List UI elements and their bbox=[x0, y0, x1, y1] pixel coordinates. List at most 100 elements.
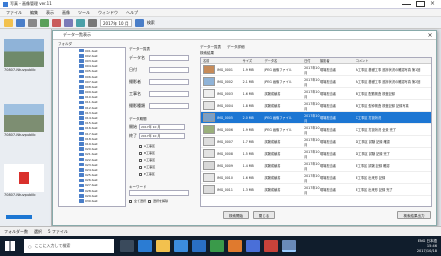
thumbnail-image bbox=[4, 39, 44, 67]
row-data: JPEG 画像ファイル bbox=[264, 128, 292, 132]
folder-icon bbox=[79, 142, 84, 146]
search-icon: ○ bbox=[28, 243, 32, 249]
app-icon-blue[interactable] bbox=[246, 240, 260, 252]
table-row[interactable]: IMG_0009 1.4 MB 試験成績書 2017年10月 現場担当者 E工事区 試験 … bbox=[201, 160, 431, 172]
row-thumbnail bbox=[203, 125, 215, 134]
search-form: データ一覧表 データ名 日付 撮影者 工事名 撮影種類 データ期間 開始 2017年 1… bbox=[129, 47, 195, 207]
image-icon[interactable] bbox=[52, 18, 61, 27]
task-view-icon[interactable] bbox=[120, 240, 134, 252]
close-window-button[interactable]: × bbox=[430, 1, 439, 7]
maximize-button[interactable] bbox=[416, 1, 425, 7]
app-icon-red[interactable] bbox=[264, 240, 278, 252]
store-icon[interactable] bbox=[174, 240, 188, 252]
file-explorer-icon[interactable] bbox=[156, 240, 170, 252]
menu-item[interactable]: 画像 bbox=[62, 10, 70, 16]
table-row[interactable]: IMG_0007 1.7 MB 試験成績書 2017年10月 現場担当者 D工事区 試験 … bbox=[201, 136, 431, 148]
dialog-close-text-button[interactable]: 閉じる bbox=[253, 211, 275, 219]
area-checkbox[interactable] bbox=[139, 158, 142, 162]
thumbnail-item[interactable]: 70807-Ntuvpublib bbox=[4, 39, 44, 72]
folder-tree[interactable]: 001-test 002-test 003-test 004-test 005-test… bbox=[58, 47, 126, 207]
table-row[interactable]: IMG_0002 2.1 MB JPEG 画像ファイル 2017年10月 現場担当者 A工… bbox=[201, 76, 431, 88]
search-start-button[interactable]: 検索開始 bbox=[223, 211, 249, 219]
folder-icon bbox=[79, 54, 84, 58]
tab-data-list[interactable]: データ一覧表 bbox=[200, 45, 221, 50]
table-row[interactable]: IMG_0004 1.8 MB 試験成績書 2017年10月 現場担当者 B工事区 型枠検… bbox=[201, 100, 431, 112]
folder-icon bbox=[79, 188, 84, 193]
table-row[interactable]: IMG_0005 2.0 MB JPEG 画像ファイル 2017年10月 現場担当者 C工… bbox=[201, 112, 431, 124]
form-field-input[interactable] bbox=[149, 103, 189, 109]
column-header-name[interactable]: 名前 bbox=[201, 58, 243, 63]
tree-item[interactable]: 030-test bbox=[59, 198, 125, 203]
thumbnail-caption: 70807-Ntuvpublib bbox=[4, 193, 36, 197]
row-size: 1.7 MB bbox=[242, 139, 254, 144]
camera-icon[interactable] bbox=[40, 18, 49, 27]
windows-start-icon[interactable] bbox=[5, 241, 15, 251]
grid-icon[interactable] bbox=[76, 18, 85, 27]
select-all-checkbox[interactable] bbox=[129, 199, 132, 203]
date-field[interactable]: 2017年 10 月 bbox=[100, 18, 132, 27]
table-row[interactable]: IMG_0001 1.9 MB JPEG 画像ファイル 2017年10月 現場担当者 A工… bbox=[201, 64, 431, 76]
column-header-author[interactable]: 撮影者 bbox=[320, 58, 356, 63]
menu-item[interactable]: ファイル bbox=[6, 10, 22, 16]
mail-icon[interactable] bbox=[192, 240, 206, 252]
row-data: JPEG 画像ファイル bbox=[264, 68, 292, 72]
toolbar: 2017年 10 月 検索 bbox=[0, 17, 441, 29]
edge-browser-icon[interactable] bbox=[138, 240, 152, 252]
app-icon-active[interactable] bbox=[282, 240, 296, 252]
row-comment: E工事区 試験 記録 確認 bbox=[355, 164, 390, 168]
app-icon-orange[interactable] bbox=[228, 240, 242, 252]
thumbnail-image bbox=[4, 104, 44, 132]
save-icon[interactable] bbox=[16, 18, 25, 27]
print-icon[interactable] bbox=[28, 18, 37, 27]
search-icon[interactable] bbox=[134, 18, 144, 27]
deselect-checkbox[interactable] bbox=[148, 199, 152, 203]
form-field-input[interactable] bbox=[149, 55, 189, 61]
column-header-comment[interactable]: コメント bbox=[356, 58, 431, 63]
app-icon-green[interactable] bbox=[210, 240, 224, 252]
area-checkbox[interactable] bbox=[139, 151, 142, 155]
form-field-input[interactable] bbox=[149, 79, 189, 85]
row-data: 試験成績書 bbox=[264, 164, 281, 168]
tree-item-label: 016-test bbox=[85, 126, 98, 131]
form-field-input[interactable] bbox=[149, 91, 189, 97]
table-row[interactable]: IMG_0003 1.6 MB 試験成績書 2017年10月 現場担当者 B工事区 配筋検… bbox=[201, 88, 431, 100]
tray-language[interactable]: ENG 日本語 bbox=[417, 239, 437, 244]
form-field-input[interactable] bbox=[149, 67, 189, 73]
menu-item[interactable]: ウィンドウ bbox=[98, 10, 118, 16]
table-row[interactable]: IMG_0006 1.9 MB JPEG 画像ファイル 2017年10月 現場担当者 C工… bbox=[201, 124, 431, 136]
taskbar-search-box[interactable]: ○ ここに入力して検索 bbox=[24, 239, 114, 253]
table-row[interactable]: IMG_0008 1.5 MB 試験成績書 2017年10月 現場担当者 D工事区 試験 … bbox=[201, 148, 431, 160]
table-row[interactable]: IMG_0010 1.6 MB 試験成績書 2017年10月 現場担当者 E工事区 出来形… bbox=[201, 172, 431, 184]
dialog-close-button[interactable]: × bbox=[426, 32, 434, 39]
folder-icon bbox=[79, 168, 84, 172]
tree-item-label: 024-test bbox=[85, 167, 98, 172]
thumbnail-item[interactable]: 70807-Ntuvpublib bbox=[4, 104, 44, 137]
area-checkbox[interactable] bbox=[139, 165, 142, 169]
to-date-field[interactable]: 2017年 10 月 bbox=[139, 133, 185, 139]
row-size: 1.6 MB bbox=[242, 91, 254, 96]
table-row[interactable]: IMG_0011 1.3 MB 試験成績書 2017年10月 現場担当者 E工事区 出来形… bbox=[201, 184, 431, 196]
column-header-size[interactable]: サイズ bbox=[243, 58, 265, 63]
thumbnail-item[interactable]: 70807-Ntuvpublib bbox=[4, 164, 44, 197]
settings-icon[interactable] bbox=[88, 18, 97, 27]
column-header-date[interactable]: 日付 bbox=[304, 58, 320, 63]
from-date-field[interactable]: 2017年 10 月 bbox=[139, 124, 185, 130]
column-header-data[interactable]: データ名 bbox=[264, 58, 304, 63]
minimize-button[interactable] bbox=[402, 1, 411, 5]
menu-item[interactable]: 編集 bbox=[30, 10, 38, 16]
area-checkbox[interactable] bbox=[139, 144, 142, 148]
row-author: 現場担当者 bbox=[319, 164, 336, 168]
row-name: IMG_0003 bbox=[217, 91, 233, 96]
clock-date[interactable]: 2017/10/18 bbox=[417, 249, 437, 254]
open-icon[interactable] bbox=[4, 18, 13, 27]
row-size: 1.9 MB bbox=[242, 127, 254, 132]
keyword-input[interactable] bbox=[129, 190, 189, 196]
list-icon[interactable] bbox=[64, 18, 73, 27]
export-results-button[interactable]: 検索結果出力 bbox=[397, 211, 431, 219]
menu-item[interactable]: ヘルプ bbox=[126, 10, 138, 16]
menu-item[interactable]: 表示 bbox=[46, 10, 54, 16]
area-checkbox[interactable] bbox=[139, 172, 142, 176]
tab-data-detail[interactable]: データ詳細 bbox=[227, 45, 245, 50]
menu-item[interactable]: ツール bbox=[78, 10, 90, 16]
row-date: 2017年10月 bbox=[304, 101, 320, 111]
